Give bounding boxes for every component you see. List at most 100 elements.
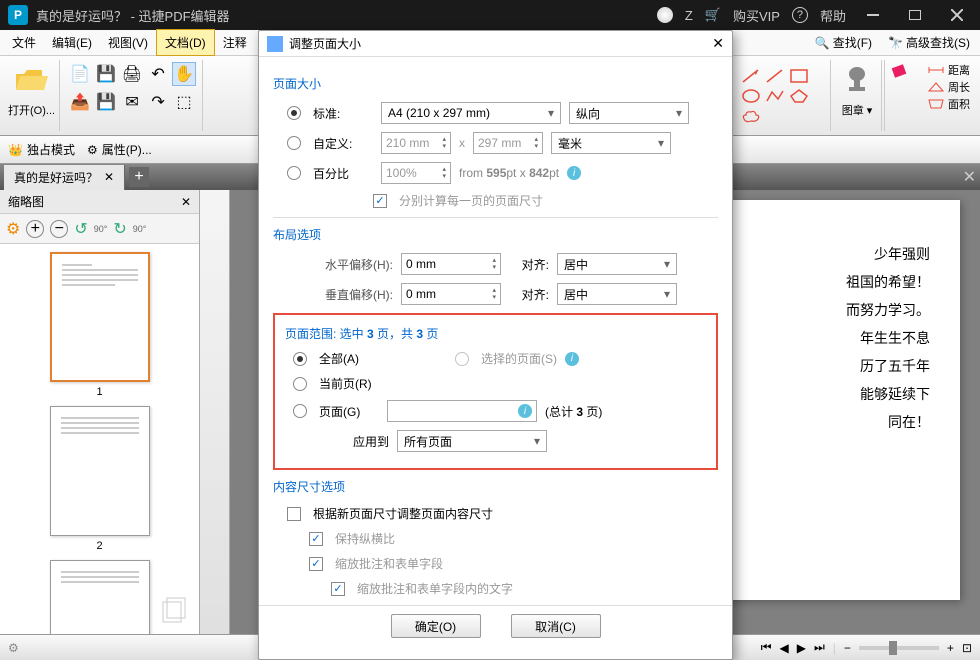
zoom-slider[interactable] bbox=[859, 646, 939, 650]
tab-close-button[interactable]: ✕ bbox=[104, 170, 114, 184]
radio-current[interactable] bbox=[293, 377, 307, 391]
menu-view[interactable]: 视图(V) bbox=[100, 30, 156, 55]
zoom-out-button[interactable]: − bbox=[844, 641, 851, 655]
cart-icon[interactable]: 🛒 bbox=[705, 7, 721, 23]
shapes-palette[interactable] bbox=[740, 67, 820, 125]
tabbar-close-button[interactable]: ✕ bbox=[963, 167, 976, 187]
cancel-button[interactable]: 取消(C) bbox=[511, 614, 601, 638]
sidebar-close-button[interactable]: ✕ bbox=[181, 195, 191, 209]
help-link[interactable]: 帮助 bbox=[820, 6, 846, 25]
height-spinner[interactable]: 297 mm bbox=[473, 132, 543, 154]
page-next-button[interactable]: ▶ bbox=[797, 641, 806, 655]
dialog-title: 调整页面大小 bbox=[289, 35, 361, 52]
polygon-shape[interactable] bbox=[788, 87, 810, 105]
stamp-button[interactable] bbox=[837, 60, 877, 100]
add-tab-button[interactable]: + bbox=[129, 167, 149, 187]
new-doc-button[interactable]: 📄 bbox=[68, 62, 92, 86]
properties-button[interactable]: ⚙属性(P)... bbox=[87, 141, 152, 158]
radio-percent[interactable] bbox=[287, 166, 301, 180]
thumbnail-list[interactable]: 1 2 3 bbox=[0, 244, 199, 634]
orientation-combo[interactable]: 纵向 bbox=[569, 102, 689, 124]
radio-all[interactable] bbox=[293, 352, 307, 366]
checkbox-adjust[interactable] bbox=[287, 507, 301, 521]
line-shape[interactable] bbox=[764, 67, 786, 85]
globe-icon[interactable] bbox=[657, 7, 673, 23]
radio-standard[interactable] bbox=[287, 106, 301, 120]
page-last-button[interactable]: ⏭ bbox=[814, 640, 825, 655]
adv-search-button[interactable]: 🔭高级查找(S) bbox=[882, 32, 976, 53]
menu-document[interactable]: 文档(D) bbox=[156, 29, 215, 56]
unit-combo[interactable]: 毫米 bbox=[551, 132, 671, 154]
percent-spinner[interactable]: 100% bbox=[381, 162, 451, 184]
redo-button[interactable]: ↷ bbox=[146, 90, 170, 114]
document-tab[interactable]: 真的是好运吗？ ✕ bbox=[4, 165, 125, 190]
email-button[interactable]: ✉ bbox=[120, 90, 144, 114]
checkbox-scale-text[interactable] bbox=[331, 582, 345, 596]
menu-file[interactable]: 文件 bbox=[4, 30, 44, 55]
label-align-h: 对齐: bbox=[509, 256, 549, 273]
menu-annotate[interactable]: 注释 bbox=[215, 30, 255, 55]
export-button[interactable]: 📤 bbox=[68, 90, 92, 114]
open-button[interactable] bbox=[12, 60, 52, 100]
info-icon-selected[interactable]: i bbox=[565, 352, 579, 366]
align-v-combo[interactable]: 居中 bbox=[557, 283, 677, 305]
menu-edit[interactable]: 编辑(E) bbox=[44, 30, 100, 55]
perimeter-tool[interactable]: 周长 bbox=[927, 79, 970, 95]
save-as-button[interactable]: 💾 bbox=[94, 90, 118, 114]
apply-to-combo[interactable]: 所有页面 bbox=[397, 430, 547, 452]
stamp-label: 图章 ▾ bbox=[842, 102, 873, 118]
checkbox-calc-each[interactable] bbox=[373, 194, 387, 208]
search-button[interactable]: 🔍查找(F) bbox=[809, 32, 878, 53]
label-h-offset: 水平偏移(H): bbox=[313, 256, 393, 273]
page-first-button[interactable]: ⏮ bbox=[761, 640, 772, 655]
print-button[interactable]: 🖨 bbox=[120, 62, 144, 86]
undo-button[interactable]: ↶ bbox=[146, 62, 170, 86]
info-icon[interactable]: i bbox=[567, 166, 581, 180]
thumbnail-3[interactable]: 3 bbox=[50, 560, 150, 634]
rect-shape[interactable] bbox=[788, 67, 810, 85]
tab-label: 真的是好运吗？ bbox=[14, 169, 98, 186]
arrow-shape[interactable] bbox=[740, 67, 762, 85]
eraser-button[interactable] bbox=[891, 62, 913, 78]
minimize-button[interactable] bbox=[858, 5, 888, 25]
zoom-out-icon[interactable]: − bbox=[50, 220, 68, 238]
ok-button[interactable]: 确定(O) bbox=[391, 614, 481, 638]
checkbox-scale-fields[interactable] bbox=[309, 557, 323, 571]
save-button[interactable]: 💾 bbox=[94, 62, 118, 86]
radio-pages[interactable] bbox=[293, 404, 307, 418]
buy-vip-link[interactable]: 购买VIP bbox=[733, 6, 780, 25]
checkbox-keep-ratio[interactable] bbox=[309, 532, 323, 546]
sidebar-gear-icon[interactable]: ⚙ bbox=[6, 219, 20, 239]
maximize-button[interactable] bbox=[900, 5, 930, 25]
zoom-in-button[interactable]: + bbox=[947, 641, 954, 655]
cloud-shape[interactable] bbox=[740, 107, 762, 125]
dialog-close-button[interactable]: ✕ bbox=[712, 35, 724, 52]
help-icon[interactable]: ? bbox=[792, 7, 808, 23]
standalone-mode-button[interactable]: 👑独占模式 bbox=[8, 141, 75, 158]
paper-size-combo[interactable]: A4 (210 x 297 mm) bbox=[381, 102, 561, 124]
width-spinner[interactable]: 210 mm bbox=[381, 132, 451, 154]
fit-button[interactable]: ⊡ bbox=[962, 641, 972, 655]
h-offset-spinner[interactable]: 0 mm bbox=[401, 253, 501, 275]
hand-tool-button[interactable]: ✋ bbox=[172, 62, 196, 86]
oval-shape[interactable] bbox=[740, 87, 762, 105]
v-offset-spinner[interactable]: 0 mm bbox=[401, 283, 501, 305]
radio-selected[interactable] bbox=[455, 352, 469, 366]
rotate-left-icon[interactable]: ↺ bbox=[74, 219, 87, 239]
pages-input[interactable]: i bbox=[387, 400, 537, 422]
thumbnail-1[interactable]: 1 bbox=[50, 252, 150, 398]
align-h-combo[interactable]: 居中 bbox=[557, 253, 677, 275]
status-gear-icon[interactable]: ⚙ bbox=[8, 641, 19, 655]
area-tool[interactable]: 面积 bbox=[927, 96, 970, 112]
polyline-shape[interactable] bbox=[764, 87, 786, 105]
open-label: 打开(O)... bbox=[8, 102, 55, 118]
close-button[interactable] bbox=[942, 5, 972, 25]
select-tool-button[interactable]: ⬚ bbox=[172, 90, 196, 114]
radio-custom[interactable] bbox=[287, 136, 301, 150]
page-prev-button[interactable]: ◀ bbox=[780, 641, 789, 655]
zoom-in-icon[interactable]: + bbox=[26, 220, 44, 238]
rotate-right-icon[interactable]: ↻ bbox=[113, 219, 126, 239]
distance-tool[interactable]: 距离 bbox=[927, 62, 970, 78]
thumbnail-2[interactable]: 2 bbox=[50, 406, 150, 552]
from-size-label: from 595pt x 842pt bbox=[459, 166, 559, 180]
